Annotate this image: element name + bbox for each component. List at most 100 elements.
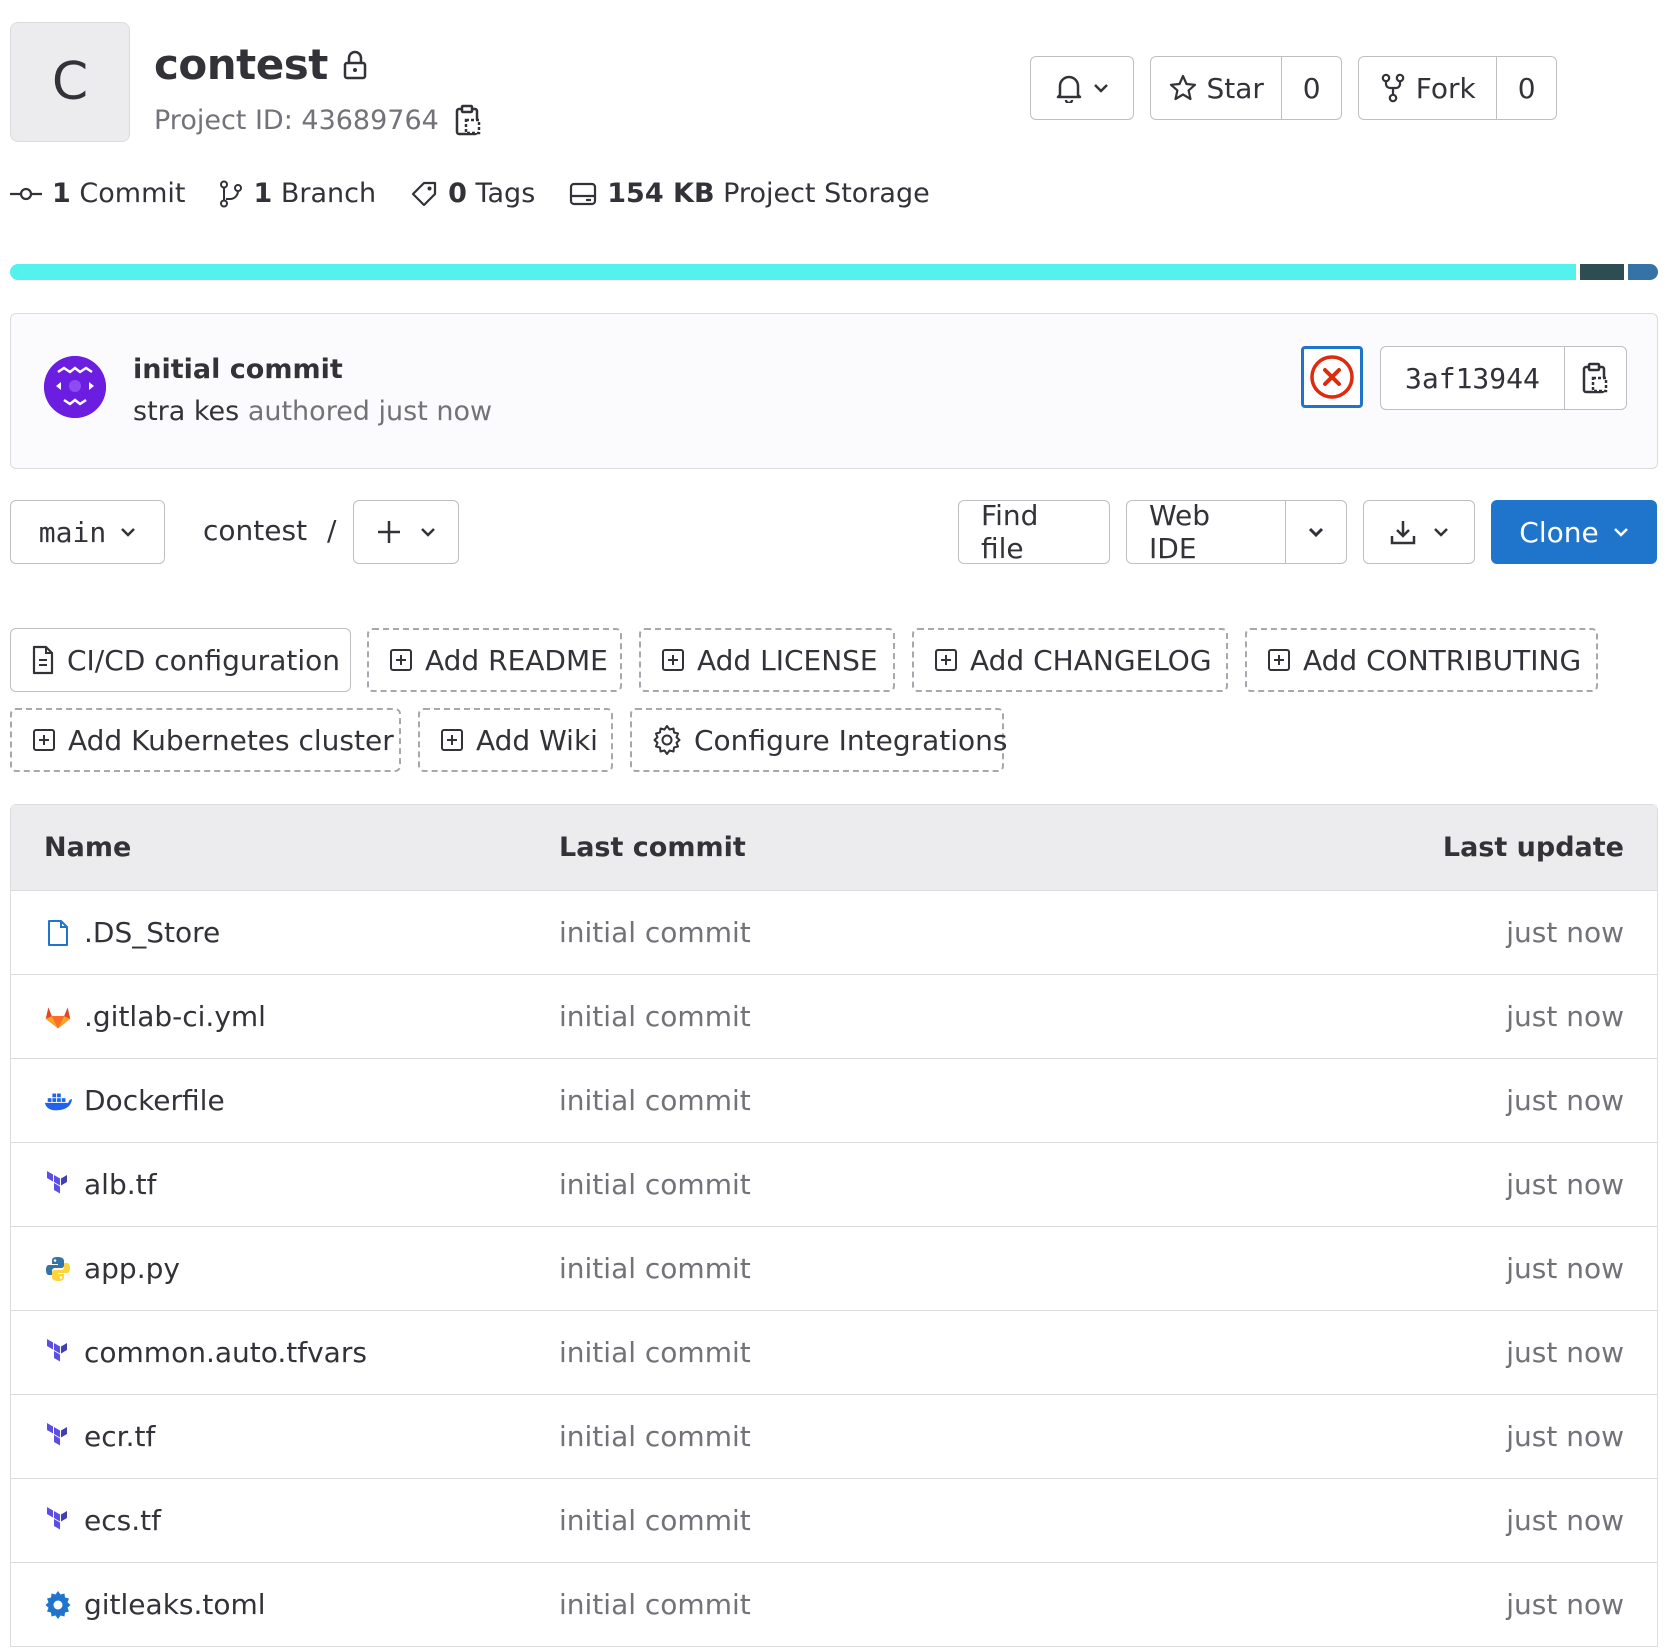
table-row[interactable]: common.auto.tfvars initial commit just now xyxy=(11,1311,1657,1395)
branches-count: 1 xyxy=(253,178,273,209)
file-last-commit[interactable]: initial commit xyxy=(559,1084,1317,1117)
file-last-update: just now xyxy=(1506,916,1624,949)
add-wiki-button[interactable]: Add Wiki xyxy=(418,708,613,772)
table-header: Name Last commit Last update xyxy=(11,805,1657,891)
find-file-button[interactable]: Find file xyxy=(958,499,1110,565)
language-segment[interactable] xyxy=(1628,264,1658,280)
branch-selector[interactable]: main xyxy=(10,500,165,564)
download-dropdown[interactable] xyxy=(1363,500,1475,564)
file-last-update: just now xyxy=(1506,1084,1624,1117)
add-to-tree-dropdown[interactable] xyxy=(353,500,459,564)
file-last-commit[interactable]: initial commit xyxy=(559,1504,1317,1537)
file-name[interactable]: alb.tf xyxy=(84,1168,156,1201)
storage-label: Project Storage xyxy=(723,178,930,209)
chevron-down-icon xyxy=(1308,527,1324,537)
commit-title[interactable]: initial commit xyxy=(133,354,343,385)
table-row[interactable]: ecs.tf initial commit just now xyxy=(11,1479,1657,1563)
table-row[interactable]: .DS_Store initial commit just now xyxy=(11,891,1657,975)
commit-sha[interactable]: 3af13944 xyxy=(1381,347,1564,409)
status-failed-icon xyxy=(1309,354,1355,400)
star-button[interactable]: Star xyxy=(1151,57,1281,119)
table-row[interactable]: .gitlab-ci.yml initial commit just now xyxy=(11,975,1657,1059)
file-name-cell: common.auto.tfvars xyxy=(11,1336,559,1369)
fork-count[interactable]: 0 xyxy=(1496,57,1556,119)
commit-author[interactable]: stra kes xyxy=(133,396,239,427)
cicd-configuration-button[interactable]: CI/CD configuration xyxy=(10,628,351,692)
file-last-commit[interactable]: initial commit xyxy=(559,916,1317,949)
pipeline-status-failed[interactable] xyxy=(1301,346,1363,408)
terraform-icon xyxy=(44,1170,72,1199)
table-row[interactable]: gitleaks.toml initial commit just now xyxy=(11,1563,1657,1647)
terraform-icon xyxy=(44,1338,72,1367)
copy-project-id-icon[interactable] xyxy=(455,104,481,136)
add-changelog-button[interactable]: Add CHANGELOG xyxy=(912,628,1228,692)
commit-sha-group: 3af13944 xyxy=(1380,346,1627,410)
file-name[interactable]: Dockerfile xyxy=(84,1084,225,1117)
web-ide-dropdown-toggle[interactable] xyxy=(1284,501,1346,563)
tags-link[interactable]: 0 Tags xyxy=(410,178,535,209)
file-name[interactable]: .DS_Store xyxy=(84,916,220,949)
plus-square-icon xyxy=(440,728,464,752)
file-last-commit[interactable]: initial commit xyxy=(559,1420,1317,1453)
file-last-commit[interactable]: initial commit xyxy=(559,1000,1317,1033)
gitlab-icon xyxy=(44,1003,72,1031)
language-segment[interactable] xyxy=(10,264,1577,280)
file-name[interactable]: ecr.tf xyxy=(84,1420,155,1453)
add-readme-label: Add README xyxy=(425,643,608,677)
commits-link[interactable]: 1 Commit xyxy=(10,178,185,209)
table-row[interactable]: ecr.tf initial commit just now xyxy=(11,1395,1657,1479)
repository-languages-bar[interactable] xyxy=(10,264,1658,280)
file-name[interactable]: ecs.tf xyxy=(84,1504,161,1537)
file-last-update: just now xyxy=(1506,1588,1624,1621)
fork-icon xyxy=(1380,73,1406,103)
file-last-commit[interactable]: initial commit xyxy=(559,1336,1317,1369)
cicd-configuration-label: CI/CD configuration xyxy=(67,643,340,677)
commit-icon xyxy=(10,186,42,202)
file-name-cell: ecr.tf xyxy=(11,1420,559,1453)
table-row[interactable]: alb.tf initial commit just now xyxy=(11,1143,1657,1227)
project-stats: 1 Commit 1 Branch 0 Tags 154 KB Project … xyxy=(10,178,930,209)
file-last-commit[interactable]: initial commit xyxy=(559,1588,1317,1621)
file-last-commit[interactable]: initial commit xyxy=(559,1252,1317,1285)
file-name[interactable]: .gitlab-ci.yml xyxy=(84,1000,266,1033)
project-id: Project ID: 43689764 xyxy=(154,104,481,136)
add-contributing-button[interactable]: Add CONTRIBUTING xyxy=(1245,628,1598,692)
header-last-update: Last update xyxy=(1442,832,1624,863)
chevron-down-icon xyxy=(420,527,436,537)
branches-label: Branch xyxy=(280,178,377,209)
branches-link[interactable]: 1 Branch xyxy=(219,178,376,209)
file-last-commit[interactable]: initial commit xyxy=(559,1168,1317,1201)
file-name[interactable]: gitleaks.toml xyxy=(84,1588,266,1621)
add-license-button[interactable]: Add LICENSE xyxy=(639,628,895,692)
clone-button[interactable]: Clone xyxy=(1491,500,1657,564)
add-kubernetes-cluster-button[interactable]: Add Kubernetes cluster xyxy=(10,708,401,772)
table-row[interactable]: app.py initial commit just now xyxy=(11,1227,1657,1311)
author-avatar[interactable] xyxy=(44,356,106,418)
file-last-update: just now xyxy=(1506,1168,1624,1201)
table-row[interactable]: Dockerfile initial commit just now xyxy=(11,1059,1657,1143)
file-name[interactable]: app.py xyxy=(84,1252,180,1285)
copy-sha-button[interactable] xyxy=(1563,347,1626,409)
plus-square-icon xyxy=(389,648,413,672)
find-file-label: Find file xyxy=(981,499,1039,565)
add-readme-button[interactable]: Add README xyxy=(367,628,622,692)
project-id-label: Project ID: 43689764 xyxy=(154,104,439,136)
star-count[interactable]: 0 xyxy=(1281,57,1341,119)
add-license-label: Add LICENSE xyxy=(697,643,878,677)
header-last-commit: Last commit xyxy=(559,832,746,863)
configure-integrations-button[interactable]: Configure Integrations xyxy=(630,708,1007,772)
breadcrumb-root[interactable]: contest xyxy=(203,514,307,547)
notifications-button[interactable] xyxy=(1030,56,1134,120)
header-name: Name xyxy=(44,832,132,863)
storage-link[interactable]: 154 KB Project Storage xyxy=(569,178,930,209)
project-avatar: C xyxy=(10,22,130,142)
web-ide-label: Web IDE xyxy=(1149,499,1211,565)
language-segment[interactable] xyxy=(1580,264,1625,280)
file-last-update: just now xyxy=(1506,1000,1624,1033)
web-ide-button[interactable]: Web IDE xyxy=(1127,499,1285,565)
file-name[interactable]: common.auto.tfvars xyxy=(84,1336,367,1369)
fork-button[interactable]: Fork xyxy=(1359,57,1496,119)
plus-square-icon xyxy=(661,648,685,672)
file-name-cell: alb.tf xyxy=(11,1168,559,1201)
star-icon xyxy=(1169,74,1197,102)
